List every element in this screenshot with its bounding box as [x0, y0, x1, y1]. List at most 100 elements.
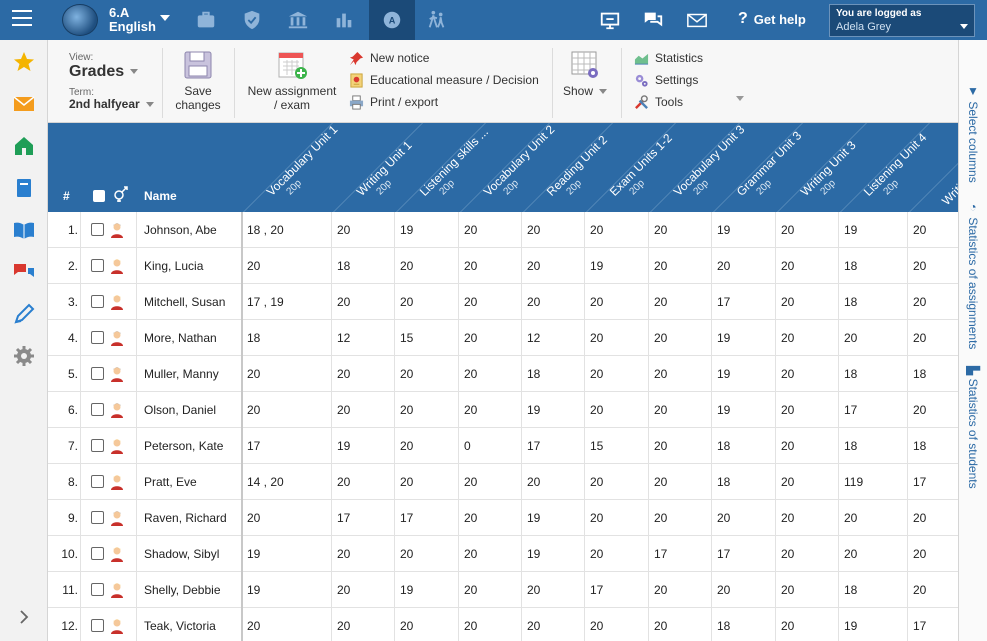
grade-cell[interactable]: 20 [913, 536, 926, 572]
grade-cell[interactable]: 19 [400, 572, 413, 608]
grade-cell[interactable]: 19 [527, 500, 540, 536]
tools-menu[interactable]: Tools [634, 93, 683, 111]
grade-cell[interactable]: 20 [527, 608, 540, 641]
new-notice-button[interactable]: New notice [349, 49, 429, 67]
student-name[interactable]: Mitchell, Susan [144, 284, 225, 320]
row-checkbox[interactable] [91, 475, 104, 488]
nav-institution[interactable] [275, 0, 321, 40]
table-row[interactable]: 10. Shadow, Sibyl 19 20 20 20 19 20 17 17 20 20 20 [48, 536, 958, 572]
row-checkbox[interactable] [91, 403, 104, 416]
grade-cell[interactable]: 18 [717, 608, 730, 641]
grade-cell[interactable]: 18 [844, 572, 857, 608]
grade-cell[interactable]: 17 [590, 572, 603, 608]
grade-cell[interactable]: 20 [781, 428, 794, 464]
table-row[interactable]: 8. Pratt, Eve 14 , 20 20 20 20 20 20 20 18 20 119 17 [48, 464, 958, 500]
grade-cell[interactable]: 15 [590, 428, 603, 464]
grade-cell[interactable]: 18 [913, 428, 926, 464]
table-row[interactable]: 9. Raven, Richard 20 17 17 20 19 20 20 20 20 20 20 [48, 500, 958, 536]
student-name[interactable]: Olson, Daniel [144, 392, 216, 428]
grade-cell[interactable]: 17 [337, 500, 350, 536]
grade-cell[interactable]: 17 [400, 500, 413, 536]
educational-measure-button[interactable]: Educational measure / Decision [349, 71, 539, 89]
grade-cell[interactable]: 20 [590, 536, 603, 572]
grade-cell[interactable]: 20 [464, 608, 477, 641]
student-name[interactable]: Shelly, Debbie [144, 572, 221, 608]
grade-cell[interactable]: 20 [400, 284, 413, 320]
grade-cell[interactable]: 20 [400, 392, 413, 428]
grade-cell[interactable]: 20 [654, 608, 667, 641]
grade-cell[interactable]: 20 [654, 464, 667, 500]
student-name[interactable]: Muller, Manny [144, 356, 219, 392]
select-columns-tab[interactable]: ▼ Select columns [966, 84, 980, 183]
grade-cell[interactable]: 20 [654, 572, 667, 608]
grade-cell[interactable]: 20 [781, 248, 794, 284]
nav-attendance[interactable] [414, 0, 460, 40]
grade-cell[interactable]: 20 [400, 464, 413, 500]
nav-charts[interactable] [321, 0, 367, 40]
grade-cell[interactable]: 20 [781, 572, 794, 608]
student-name[interactable]: Peterson, Kate [144, 428, 223, 464]
grade-cell[interactable]: 20 [337, 356, 350, 392]
grade-cell[interactable]: 20 [337, 284, 350, 320]
discussion-icon[interactable] [12, 260, 36, 284]
class-selector[interactable]: 6.A English [109, 6, 156, 34]
grade-cell[interactable]: 20 [781, 212, 794, 248]
grade-cell[interactable]: 20 [590, 284, 603, 320]
grade-cell[interactable]: 20 [590, 392, 603, 428]
grade-cell[interactable]: 20 [717, 572, 730, 608]
grade-cell[interactable]: 20 [913, 392, 926, 428]
user-menu[interactable]: You are logged as Adela Grey [829, 4, 975, 37]
grade-cell[interactable]: 20 [527, 464, 540, 500]
grade-cell[interactable]: 19 [247, 572, 260, 608]
grade-cell[interactable]: 20 [400, 536, 413, 572]
grade-cell[interactable]: 20 [781, 464, 794, 500]
grade-cell[interactable]: 20 [464, 536, 477, 572]
student-name[interactable]: Teak, Victoria [144, 608, 216, 641]
grade-cell[interactable]: 20 [464, 248, 477, 284]
grade-cell[interactable]: 20 [247, 608, 260, 641]
grade-cell[interactable]: 20 [913, 320, 926, 356]
grade-cell[interactable]: 19 [337, 428, 350, 464]
grade-cell[interactable]: 20 [590, 464, 603, 500]
chevron-right-icon[interactable] [16, 609, 32, 625]
gear-icon[interactable] [12, 344, 36, 368]
get-help-link[interactable]: ? Get help [738, 10, 806, 28]
table-row[interactable]: 2. King, Lucia 20 18 20 20 20 19 20 20 20 18 20 [48, 248, 958, 284]
row-checkbox[interactable] [91, 223, 104, 236]
grade-cell[interactable]: 20 [590, 608, 603, 641]
grade-cell[interactable]: 20 [844, 320, 857, 356]
row-checkbox[interactable] [91, 547, 104, 560]
grade-cell[interactable]: 19 [717, 356, 730, 392]
row-checkbox[interactable] [91, 331, 104, 344]
open-book-icon[interactable] [12, 218, 36, 242]
grade-cell[interactable]: 20 [844, 500, 857, 536]
statistics-menu[interactable]: Statistics [634, 49, 703, 67]
grade-cell[interactable]: 17 , 19 [247, 284, 284, 320]
column-header-assignment[interactable]: Writi [939, 123, 958, 212]
book-icon[interactable] [12, 176, 36, 200]
grade-cell[interactable]: 20 [464, 320, 477, 356]
table-row[interactable]: 11. Shelly, Debbie 19 20 19 20 20 17 20 20 20 18 20 [48, 572, 958, 608]
grade-cell[interactable]: 19 [844, 608, 857, 641]
envelope-icon[interactable] [12, 92, 36, 116]
row-checkbox[interactable] [91, 583, 104, 596]
mail-icon[interactable] [686, 9, 708, 31]
grade-cell[interactable]: 20 [781, 500, 794, 536]
chevron-down-icon[interactable] [160, 15, 170, 21]
grade-cell[interactable]: 18 [247, 320, 260, 356]
grade-cell[interactable]: 17 [654, 536, 667, 572]
show-button[interactable]: Show [560, 50, 610, 98]
view-selector[interactable]: Grades [69, 63, 139, 81]
hamburger-menu-icon[interactable] [12, 10, 32, 26]
grade-cell[interactable]: 20 [913, 248, 926, 284]
grade-cell[interactable]: 20 [464, 356, 477, 392]
grade-cell[interactable]: 12 [337, 320, 350, 356]
grade-cell[interactable]: 19 [717, 320, 730, 356]
grade-cell[interactable]: 18 [527, 356, 540, 392]
grade-cell[interactable]: 17 [717, 536, 730, 572]
grade-cell[interactable]: 20 [717, 248, 730, 284]
grade-cell[interactable]: 18 [844, 428, 857, 464]
grade-cell[interactable]: 20 [654, 248, 667, 284]
student-name[interactable]: More, Nathan [144, 320, 217, 356]
grade-cell[interactable]: 20 [464, 572, 477, 608]
